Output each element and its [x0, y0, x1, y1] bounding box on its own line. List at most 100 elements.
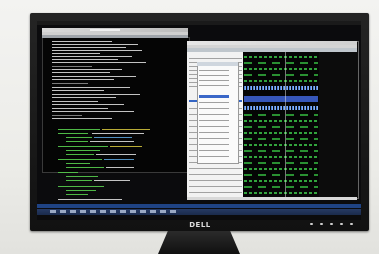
terminal-line	[52, 76, 136, 77]
signal-picker-item-selected[interactable]	[199, 95, 229, 98]
waveform-trace	[244, 126, 318, 128]
waveform-bus	[244, 96, 318, 102]
signal-picker-item[interactable]	[199, 102, 229, 103]
monitor-stand	[158, 231, 240, 254]
terminal-line	[52, 111, 134, 112]
terminal-line	[52, 56, 132, 57]
terminal-line	[52, 66, 92, 67]
signal-picker-item[interactable]	[199, 150, 229, 151]
terminal-window[interactable]	[42, 37, 190, 173]
terminal-toolbar[interactable]	[42, 35, 188, 38]
taskbar-icon[interactable]	[50, 210, 56, 213]
code-line	[58, 129, 100, 130]
terminal-line	[52, 72, 110, 73]
signal-picker-item[interactable]	[199, 132, 229, 133]
console-strip	[37, 204, 361, 208]
code-line	[66, 194, 88, 195]
desktop-top-bar	[37, 21, 361, 25]
waveform-trace	[244, 106, 318, 110]
waveform-trace	[244, 162, 318, 164]
code-line	[94, 137, 132, 138]
signal-picker-item[interactable]	[199, 108, 229, 109]
code-line	[58, 199, 122, 200]
code-line	[110, 146, 142, 147]
waveform-trace	[244, 156, 318, 158]
monitor-button[interactable]	[340, 223, 343, 225]
terminal-tab[interactable]	[90, 29, 120, 31]
taskbar-icon[interactable]	[100, 210, 106, 213]
waveform-trace	[244, 114, 318, 116]
signal-picker-item[interactable]	[199, 114, 229, 115]
signal-picker-item[interactable]	[199, 85, 229, 86]
signal-row[interactable]	[189, 186, 242, 187]
terminal-line	[52, 79, 114, 80]
code-line	[66, 150, 100, 151]
waveform-trace	[244, 168, 318, 170]
signal-picker-item[interactable]	[199, 156, 229, 157]
taskbar-icon[interactable]	[150, 210, 156, 213]
waveform-trace	[244, 56, 318, 58]
signal-picker-item[interactable]	[199, 80, 229, 81]
signal-picker-item[interactable]	[199, 138, 229, 139]
monitor-button[interactable]	[320, 223, 323, 225]
signal-picker-item[interactable]	[199, 144, 229, 145]
dell-logo: DELL	[189, 221, 211, 229]
taskbar-icon[interactable]	[80, 210, 86, 213]
terminal-line	[52, 115, 82, 116]
taskbar-icon[interactable]	[130, 210, 136, 213]
waveform-trace	[244, 86, 318, 90]
terminal-line	[52, 90, 104, 91]
signal-picker-item[interactable]	[199, 126, 229, 127]
code-line	[66, 154, 94, 155]
signal-row[interactable]	[189, 180, 242, 181]
waveform-trace	[244, 68, 318, 70]
terminal-line	[52, 94, 140, 95]
waveform-trace	[244, 186, 318, 188]
waveform-cursor[interactable]	[285, 52, 286, 198]
terminal-line	[52, 44, 138, 45]
waveform-trace	[244, 150, 318, 152]
code-line	[58, 133, 88, 134]
waveform-trace	[244, 174, 318, 176]
terminal-line	[52, 47, 126, 48]
taskbar-icon[interactable]	[90, 210, 96, 213]
waveform-trace	[244, 138, 318, 140]
monitor-button[interactable]	[310, 223, 313, 225]
signal-row[interactable]	[189, 174, 242, 175]
taskbar-icon[interactable]	[70, 210, 76, 213]
signal-picker-popup[interactable]	[197, 62, 239, 164]
code-line	[102, 129, 150, 130]
signal-picker-item[interactable]	[199, 70, 229, 71]
terminal-line	[52, 87, 130, 88]
signal-picker-item[interactable]	[199, 75, 229, 76]
taskbar-icon[interactable]	[110, 210, 116, 213]
monitor-power-button[interactable]	[350, 223, 353, 225]
signal-picker-titlebar[interactable]	[197, 62, 238, 66]
code-line	[94, 180, 130, 181]
terminal-line	[52, 53, 100, 54]
taskbar-icon[interactable]	[60, 210, 66, 213]
code-line	[58, 186, 104, 187]
taskbar-icon[interactable]	[120, 210, 126, 213]
monitor-button[interactable]	[330, 223, 333, 225]
taskbar-icon[interactable]	[140, 210, 146, 213]
taskbar-icon[interactable]	[160, 210, 166, 213]
terminal-line	[52, 69, 122, 70]
waveform-trace	[244, 62, 318, 64]
waveform-trace	[244, 144, 318, 146]
signal-row[interactable]	[189, 58, 242, 59]
taskbar-icon[interactable]	[170, 210, 176, 213]
terminal-line	[52, 41, 112, 42]
waveform-trace	[244, 120, 318, 122]
waveform-trace	[244, 180, 318, 182]
terminal-line	[52, 104, 124, 105]
signal-picker-item[interactable]	[199, 120, 229, 121]
code-line	[58, 146, 108, 147]
code-line	[90, 141, 134, 142]
signal-row[interactable]	[189, 168, 242, 169]
waveform-trace	[244, 132, 318, 134]
waveform-trace	[244, 80, 318, 82]
code-line	[92, 133, 144, 134]
terminal-line	[52, 108, 108, 109]
signal-row[interactable]	[189, 192, 242, 193]
